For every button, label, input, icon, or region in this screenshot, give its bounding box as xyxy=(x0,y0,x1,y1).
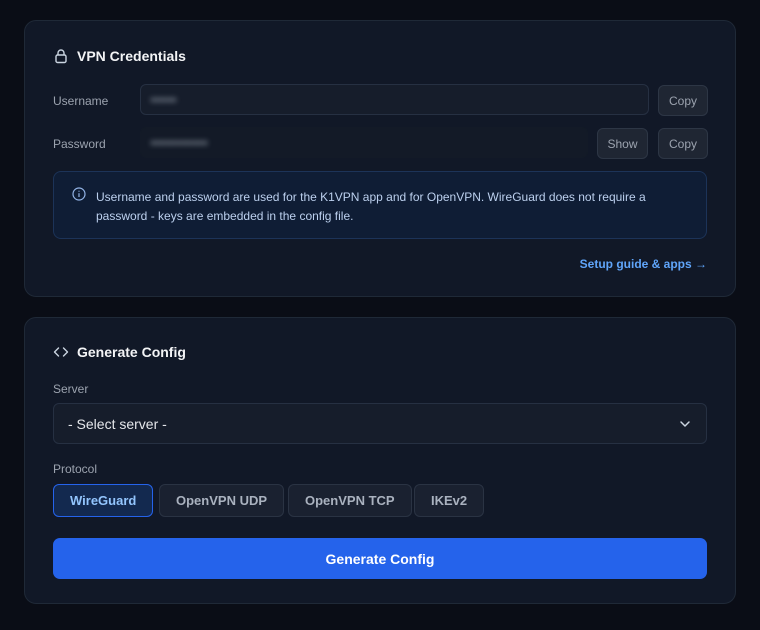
protocol-label: Protocol xyxy=(53,462,98,476)
credentials-header: VPN Credentials xyxy=(53,48,186,64)
generate-config-card: Generate Config Server - Select server -… xyxy=(24,317,736,604)
protocol-openvpn-udp-button[interactable]: OpenVPN UDP xyxy=(159,484,285,517)
setup-guide-link[interactable]: Setup guide & apps → xyxy=(580,257,707,271)
protocol-wireguard-button[interactable]: WireGuard xyxy=(53,484,154,517)
username-field[interactable]: ••••• xyxy=(140,84,649,115)
protocol-ikev2-button[interactable]: IKEv2 xyxy=(414,484,485,517)
generate-config-button[interactable]: Generate Config xyxy=(53,538,707,579)
copy-password-button[interactable]: Copy xyxy=(658,128,708,159)
username-value: ••••• xyxy=(151,92,178,107)
info-notice: Username and password are used for the K… xyxy=(53,171,707,239)
config-header: Generate Config xyxy=(53,344,186,360)
lock-icon xyxy=(53,48,69,64)
username-label: Username xyxy=(53,94,109,108)
password-value: ••••••••••• xyxy=(151,135,209,150)
info-text: Username and password are used for the K… xyxy=(96,190,646,223)
info-icon xyxy=(72,187,86,201)
copy-username-button[interactable]: Copy xyxy=(658,85,708,116)
server-selected-value: - Select server - xyxy=(68,415,167,432)
server-label: Server xyxy=(53,382,89,396)
password-field[interactable]: ••••••••••• xyxy=(140,127,588,158)
vpn-credentials-card: VPN Credentials Username ••••• Copy Pass… xyxy=(24,20,736,297)
credentials-title: VPN Credentials xyxy=(77,48,186,64)
server-select[interactable]: - Select server - xyxy=(53,403,707,444)
config-title: Generate Config xyxy=(77,344,186,360)
chevron-down-icon xyxy=(678,417,692,431)
protocol-openvpn-tcp-button[interactable]: OpenVPN TCP xyxy=(288,484,412,517)
password-label: Password xyxy=(53,137,106,151)
show-password-button[interactable]: Show xyxy=(597,128,648,159)
code-icon xyxy=(53,344,69,360)
